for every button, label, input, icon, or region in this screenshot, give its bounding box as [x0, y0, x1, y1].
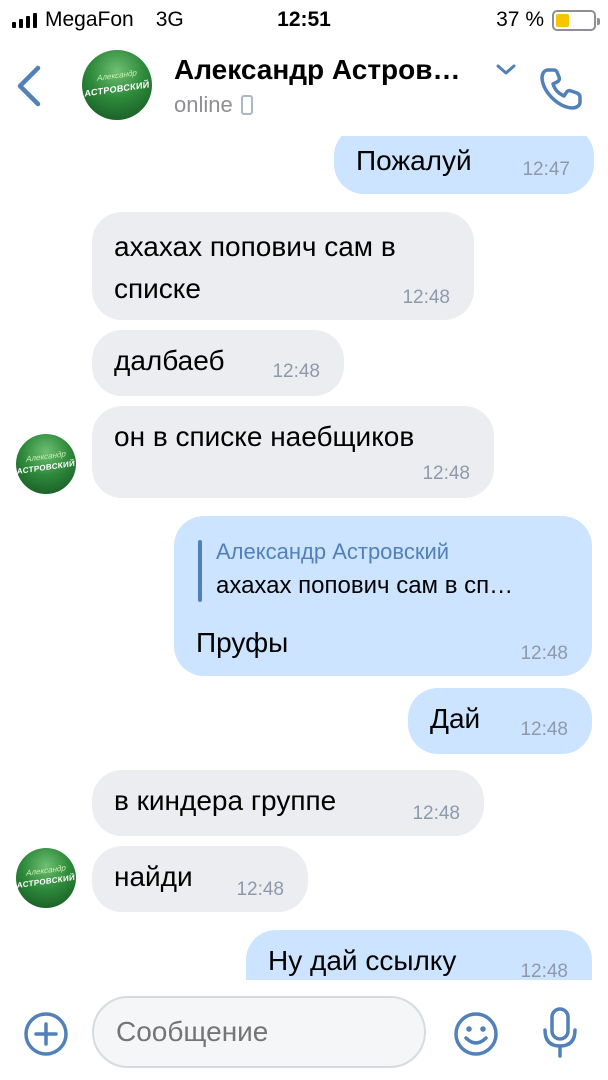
message-text: Дай [430, 703, 481, 734]
chevron-down-icon[interactable] [494, 60, 518, 80]
message-time: 12:48 [520, 643, 568, 664]
message-time: 12:48 [520, 961, 568, 981]
reply-quote-author[interactable]: Александр Астровский [216, 538, 449, 566]
message-time: 12:48 [402, 287, 450, 308]
contact-avatar[interactable]: Александр АСТРОВСКИЙ [82, 50, 152, 120]
status-bar: MegaFon 3G 12:51 37 % [0, 0, 608, 40]
message-text: Ну дай ссылку [268, 945, 457, 976]
battery-percent: 37 % [496, 8, 544, 31]
reply-quote-bar [198, 540, 202, 602]
contact-name[interactable]: Александр Астров… [174, 54, 494, 86]
message-text: Пруфы [196, 627, 289, 658]
message-bubble-incoming[interactable]: ахахах попович сам в списке 12:48 [92, 212, 474, 320]
message-text: далбаеб [114, 345, 225, 376]
microphone-icon[interactable] [540, 1006, 580, 1060]
message-time: 12:48 [520, 719, 568, 740]
battery-fill [556, 13, 570, 27]
message-text: ахахах попович сам в списке [114, 231, 396, 304]
sender-avatar[interactable]: Александр АСТРОВСКИЙ [16, 434, 76, 494]
message-bubble-outgoing[interactable]: Александр Астровский ахахах попович сам … [174, 516, 592, 676]
mobile-icon [240, 95, 253, 115]
message-time: 12:48 [422, 463, 470, 484]
message-time: 12:48 [236, 879, 284, 900]
message-bubble-outgoing[interactable]: Пожалуй 12:47 [334, 136, 594, 194]
message-bubble-incoming[interactable]: найди 12:48 [92, 846, 308, 912]
message-text: он в списке наебщиков [114, 421, 415, 452]
message-text: Пожалуй [356, 145, 472, 176]
status-text: online [174, 92, 233, 117]
phone-icon[interactable] [538, 66, 584, 112]
composer-bar [0, 980, 608, 1080]
status-right: 37 % [496, 8, 600, 32]
reply-quote-text[interactable]: ахахах попович сам в сп… [216, 570, 513, 602]
message-time: 12:48 [272, 361, 320, 382]
message-bubble-outgoing[interactable]: Ну дай ссылку 12:48 [246, 930, 592, 980]
chat-header: Александр АСТРОВСКИЙ Александр Астров… o… [0, 40, 608, 136]
message-bubble-outgoing[interactable]: Дай 12:48 [408, 688, 592, 754]
message-time: 12:47 [522, 159, 570, 180]
message-text: в киндера группе [114, 785, 337, 816]
message-bubble-incoming[interactable]: он в списке наебщиков 12:48 [92, 406, 494, 498]
message-bubble-incoming[interactable]: далбаеб 12:48 [92, 330, 344, 396]
message-input[interactable] [92, 996, 426, 1068]
add-icon[interactable] [22, 1010, 70, 1058]
emoji-icon[interactable] [452, 1010, 500, 1058]
battery-icon [552, 9, 600, 31]
sender-avatar[interactable]: Александр АСТРОВСКИЙ [16, 848, 76, 908]
back-icon[interactable] [14, 64, 44, 108]
contact-status: online [174, 92, 253, 118]
message-time: 12:48 [412, 803, 460, 824]
message-bubble-incoming[interactable]: в киндера группе 12:48 [92, 770, 484, 836]
message-list[interactable]: Пожалуй 12:47 ахахах попович сам в списк… [0, 136, 608, 980]
message-text: найди [114, 861, 193, 892]
